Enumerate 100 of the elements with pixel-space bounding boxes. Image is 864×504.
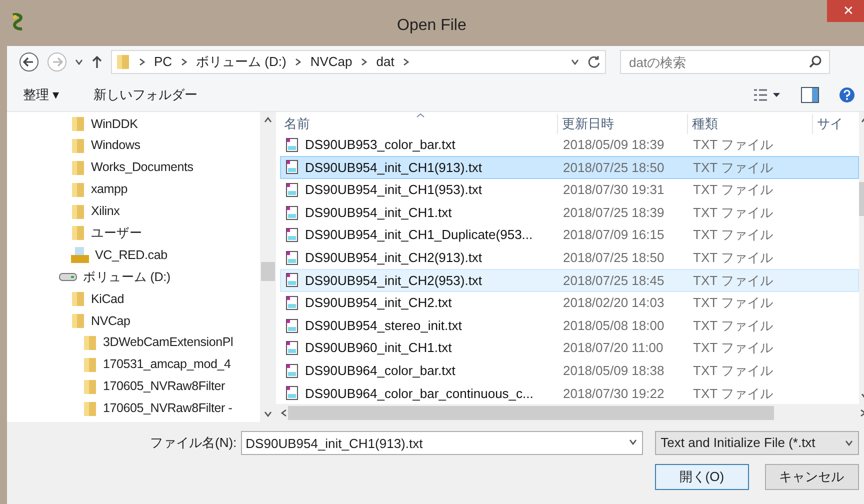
tree-item[interactable]: NVCap: [7, 310, 260, 332]
file-row[interactable]: DS90UB954_init_CH2(953).txt 2018/07/25 18:45 TXT ファイル: [280, 269, 859, 292]
modified-date: 2018/07/25 18:45: [562, 272, 666, 290]
modified-date: 2018/07/25 18:39: [562, 204, 666, 222]
file-row[interactable]: DS90UB954_init_CH2.txt 2018/02/20 14:03 TXT ファイル: [280, 292, 859, 314]
text-file-icon: [285, 136, 299, 153]
modified-date: 2018/05/08 18:00: [562, 316, 666, 335]
breadcrumb[interactable]: NVCap: [310, 52, 352, 72]
breadcrumb[interactable]: dat: [376, 52, 394, 72]
tree-item[interactable]: ボリューム (D:): [7, 266, 260, 288]
modified-date: 2018/07/25 18:50: [562, 249, 666, 268]
file-row[interactable]: DS90UB954_init_CH1_Duplicate(953... 2018/07/09 16:15 TXT ファイル: [280, 224, 859, 246]
back-icon[interactable]: [19, 52, 39, 72]
help-icon[interactable]: [838, 86, 855, 102]
tree-item[interactable]: 170531_amcap_mod_4: [7, 354, 260, 376]
file-row[interactable]: DS90UB953_color_bar.txt 2018/05/09 18:39 TXT ファイル: [280, 134, 859, 156]
folder-icon: [71, 225, 85, 242]
file-type: TXT ファイル: [692, 158, 774, 177]
tree-item[interactable]: VC_RED.cab: [7, 244, 260, 266]
folder-icon: [71, 138, 85, 154]
tree-item[interactable]: WinDDK: [7, 113, 260, 135]
file-name: DS90UB953_color_bar.txt: [305, 136, 456, 154]
column-header[interactable]: サイ: [813, 114, 859, 134]
file-row[interactable]: DS90UB954_init_CH1(953).txt 2018/07/30 19:31 TXT ファイル: [280, 178, 859, 202]
text-file-icon: [285, 227, 299, 244]
column-header[interactable]: 更新日時: [558, 114, 688, 134]
folder-icon: [83, 356, 97, 373]
tree-item[interactable]: ユーザー: [7, 222, 260, 244]
file-row[interactable]: DS90UB954_stereo_init.txt 2018/05/08 18:00 TXT ファイル: [280, 314, 859, 337]
file-name: DS90UB954_init_CH1(953).txt: [305, 181, 482, 200]
folder-icon: [71, 312, 85, 329]
text-file-icon: [285, 159, 299, 176]
preview-pane-icon[interactable]: [800, 86, 819, 102]
file-type: TXT ファイル: [692, 316, 774, 335]
folder-icon: [83, 334, 97, 351]
file-name: DS90UB954_init_CH1.txt: [305, 204, 452, 222]
file-name: DS90UB954_init_CH1_Duplicate(953...: [305, 226, 533, 244]
modified-date: 2018/07/30 19:22: [562, 384, 666, 403]
file-type: TXT ファイル: [692, 181, 774, 200]
scroll-thumb[interactable]: [288, 406, 774, 420]
filename-field[interactable]: DS90UB954_init_CH1(913).txt: [240, 431, 643, 455]
modified-date: 2018/02/20 14:03: [562, 294, 666, 312]
file-name: DS90UB954_init_CH1(913).txt: [305, 158, 482, 177]
text-file-icon: [285, 250, 299, 266]
folder-icon: [116, 54, 130, 70]
folder-icon: [83, 378, 97, 395]
file-name: DS90UB954_init_CH2(953).txt: [305, 272, 482, 290]
text-file-icon: [285, 272, 299, 288]
text-file-icon: [285, 182, 299, 198]
tree-item[interactable]: 170605_NVRaw8Filter -: [7, 398, 260, 420]
file-type: TXT ファイル: [692, 136, 774, 154]
window-title: Open File: [397, 16, 466, 36]
open-button[interactable]: 開く(O): [654, 464, 749, 490]
view-options-icon[interactable]: [752, 88, 781, 102]
file-row[interactable]: DS90UB960_init_CH1.txt 2018/07/20 11:00 TXT ファイル: [280, 336, 859, 360]
file-type: TXT ファイル: [692, 362, 774, 380]
file-row[interactable]: DS90UB964_color_bar_continuous_c... 2018/07/30 19:22 TXT ファイル: [280, 382, 859, 404]
folder-icon: [71, 182, 85, 198]
file-row[interactable]: DS90UB954_init_CH2(913).txt 2018/07/25 18:50 TXT ファイル: [280, 246, 859, 270]
file-type: TXT ファイル: [692, 384, 774, 403]
file-type: TXT ファイル: [692, 249, 774, 268]
text-file-icon: [285, 362, 299, 379]
file-row[interactable]: DS90UB964_color_bar.txt 2018/05/09 18:38 TXT ファイル: [280, 359, 859, 382]
tree-item[interactable]: Works_Documents: [7, 156, 260, 179]
modified-date: 2018/05/09 18:38: [562, 362, 666, 380]
folder-icon: [71, 204, 85, 220]
scrollbar[interactable]: [276, 404, 864, 422]
close-button[interactable]: ✕: [826, 0, 864, 22]
refresh-icon[interactable]: [587, 55, 601, 69]
address-bar[interactable]: PC ボリューム (D:) NVCap dat: [111, 50, 606, 74]
tree-item[interactable]: Windows: [7, 134, 260, 157]
file-type-dropdown[interactable]: Text and Initialize File (*.txt: [654, 431, 859, 455]
scrollbar[interactable]: [260, 112, 276, 422]
search-field[interactable]: datの検索: [620, 50, 830, 74]
tree-item[interactable]: xampp: [7, 178, 260, 201]
folder-icon: [71, 160, 85, 176]
modified-date: 2018/05/09 18:39: [562, 136, 666, 154]
column-header[interactable]: 種類: [688, 114, 813, 134]
organize-menu[interactable]: 整理 ▾: [23, 84, 60, 104]
column-header[interactable]: 名前: [280, 114, 558, 134]
cancel-button[interactable]: キャンセル: [764, 464, 859, 490]
file-row[interactable]: DS90UB954_init_CH1.txt 2018/07/25 18:39 TXT ファイル: [280, 201, 859, 224]
file-name: DS90UB964_color_bar_continuous_c...: [305, 384, 534, 403]
tree-item[interactable]: Xilinx: [7, 200, 260, 222]
modified-date: 2018/07/20 11:00: [562, 339, 664, 358]
drive-icon: [59, 272, 77, 282]
tree-item[interactable]: KiCad: [7, 288, 260, 310]
file-name: DS90UB954_stereo_init.txt: [305, 316, 462, 335]
breadcrumb[interactable]: ボリューム (D:): [196, 52, 286, 72]
scroll-thumb[interactable]: [261, 262, 275, 281]
text-file-icon: [285, 318, 299, 334]
breadcrumb[interactable]: PC: [154, 52, 172, 72]
file-name: DS90UB964_color_bar.txt: [305, 362, 456, 380]
tree-item[interactable]: 3DWebCamExtensionPl: [7, 332, 260, 354]
file-row[interactable]: DS90UB954_init_CH1(913).txt 2018/07/25 18:50 TXT ファイル: [280, 156, 859, 179]
file-type: TXT ファイル: [692, 272, 774, 290]
folder-icon: [71, 116, 85, 132]
file-type: TXT ファイル: [692, 294, 774, 312]
new-folder-button[interactable]: 新しいフォルダー: [94, 84, 198, 104]
tree-item[interactable]: 170605_NVRaw8Filter: [7, 376, 260, 398]
